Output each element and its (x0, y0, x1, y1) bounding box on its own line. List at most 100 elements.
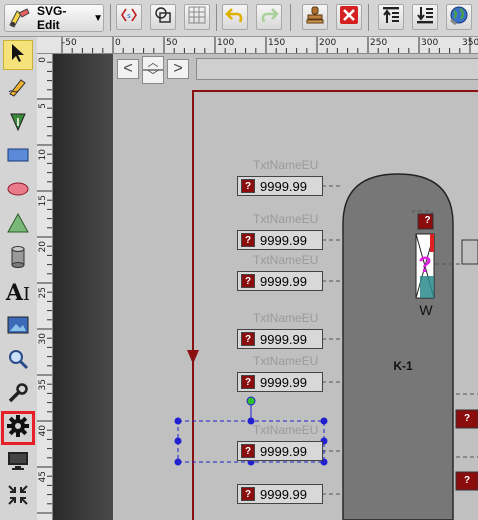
vessel-name: K-1 (393, 359, 413, 373)
close-icon (339, 5, 359, 30)
field-value-box[interactable]: ? 9999.99 (237, 329, 323, 349)
field-value: 9999.99 (260, 487, 307, 502)
drawing-canvas[interactable]: < ︿ ﹀ > ? ? W ? ? K-1 TxtNameEU ? 9999.9… (113, 54, 478, 520)
ruler-mark: 0 (38, 57, 48, 63)
properties-tool[interactable] (3, 380, 33, 410)
text-tool[interactable]: AI (3, 278, 33, 308)
grid-button[interactable] (184, 4, 210, 30)
question-icon: ? (241, 332, 255, 346)
rectangle-tool[interactable] (3, 142, 33, 172)
undo-button[interactable] (222, 4, 248, 30)
fit-tool[interactable] (3, 482, 33, 512)
redo-icon (259, 5, 279, 30)
pointer-icon (8, 42, 28, 69)
horizontal-ruler[interactable]: -50 0 50 100 150 200 250 300 350 (52, 37, 478, 54)
pencil-icon (7, 76, 29, 103)
ruler-mark: 25 (38, 287, 48, 299)
preview-tool[interactable] (3, 448, 33, 478)
field-name-label: TxtNameEU (253, 253, 319, 267)
tools-panel: AI (0, 37, 38, 520)
shape-library-tool[interactable] (3, 210, 33, 240)
collapse-arrows-icon (7, 484, 29, 511)
image-tool[interactable] (3, 312, 33, 342)
move-to-bottom-button[interactable] (412, 4, 438, 30)
right-question-icon: ? (463, 475, 471, 486)
question-icon: ? (241, 375, 255, 389)
gear-icon (6, 414, 30, 443)
field-name-label: TxtNameEU (253, 158, 319, 172)
freehand-tool[interactable] (3, 74, 33, 104)
stamp-icon (305, 5, 325, 30)
field-value: 9999.99 (260, 332, 307, 347)
field-value: 9999.99 (260, 444, 307, 459)
device-mark: ? (418, 252, 432, 277)
move-bottom-icon (415, 5, 435, 30)
wrench-icon (7, 382, 29, 409)
ruler-mark: 100 (217, 38, 235, 48)
field-value-box[interactable]: ? 9999.99 (237, 372, 323, 392)
delete-button[interactable] (336, 4, 362, 30)
ellipse-icon (6, 179, 30, 204)
ellipse-tool[interactable] (3, 176, 33, 206)
right-question-icon: ? (463, 413, 471, 424)
field-value: 9999.99 (260, 179, 307, 194)
chevron-down-icon: ▼ (93, 12, 103, 24)
ruler-mark: 30 (38, 333, 48, 345)
ruler-mark: 5 (38, 103, 48, 109)
ruler-mark: 200 (319, 38, 337, 48)
grid-icon (187, 5, 207, 30)
question-icon: ? (241, 487, 255, 501)
redo-button[interactable] (256, 4, 282, 30)
field-value-box[interactable]: ? 9999.99 (237, 441, 323, 461)
settings-tool[interactable] (1, 411, 35, 445)
ruler-mark: 45 (38, 471, 48, 483)
ruler-mark: 15 (38, 195, 48, 207)
ruler-corner (37, 37, 53, 54)
question-icon: ? (241, 233, 255, 247)
field-name-label: TxtNameEU (253, 354, 319, 368)
cylinder-tool[interactable] (3, 244, 33, 274)
rectangle-icon (6, 145, 30, 170)
globe-button[interactable] (446, 4, 472, 30)
svg-text:s: s (127, 12, 131, 20)
logo-icon (7, 7, 33, 29)
device-label: W (419, 302, 433, 318)
ruler-mark: 150 (268, 38, 286, 48)
stamp-button[interactable] (302, 4, 328, 30)
path-tool[interactable] (3, 108, 33, 138)
question-icon: ? (241, 274, 255, 288)
field-name-label: TxtNameEU (253, 423, 319, 437)
field-value-box[interactable]: ? 9999.99 (237, 176, 323, 196)
magnifier-icon (7, 348, 29, 375)
source-code-icon: s (120, 6, 138, 29)
ruler-mark: 350 (462, 38, 478, 48)
question-icon: ? (241, 179, 255, 193)
ruler-mark: 35 (38, 379, 48, 391)
zoom-tool[interactable] (3, 346, 33, 376)
move-top-icon (381, 5, 401, 30)
vertical-ruler[interactable]: 0 5 10 15 20 25 30 35 40 45 (37, 53, 53, 520)
monitor-icon (6, 450, 30, 477)
field-value-box[interactable]: ? 9999.99 (237, 484, 323, 504)
field-value: 9999.99 (260, 274, 307, 289)
triangle-icon (6, 212, 30, 239)
select-tool[interactable] (3, 40, 33, 70)
app-menu-button[interactable]: SVG-Edit ▼ (4, 4, 104, 32)
ruler-mark: -50 (62, 38, 77, 48)
wireframe-icon (153, 5, 173, 30)
question-icon: ? (241, 444, 255, 458)
ruler-mark: 10 (38, 149, 48, 161)
ruler-mark: 0 (115, 38, 121, 48)
field-value-box[interactable]: ? 9999.99 (237, 271, 323, 291)
vessel-k1 (342, 173, 454, 520)
field-value-box[interactable]: ? 9999.99 (237, 230, 323, 250)
pen-icon (7, 110, 29, 137)
text-icon: AI (5, 280, 31, 306)
ruler-mark: 50 (166, 38, 178, 48)
source-button[interactable]: s (116, 4, 142, 30)
device-question-icon: ? (424, 215, 431, 226)
field-value: 9999.99 (260, 233, 307, 248)
move-to-top-button[interactable] (378, 4, 404, 30)
wireframe-button[interactable] (150, 4, 176, 30)
main-toolbar: SVG-Edit ▼ s (0, 0, 478, 37)
